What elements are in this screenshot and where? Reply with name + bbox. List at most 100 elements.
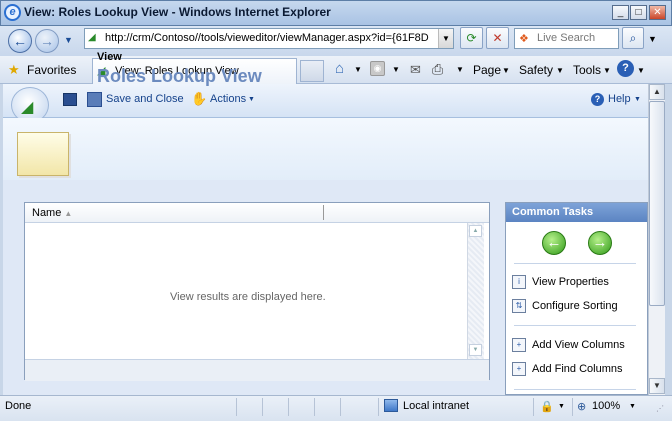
add-view-columns-label: Add View Columns <box>532 338 625 351</box>
save-and-close-button[interactable]: Save and Close <box>106 93 184 105</box>
grid-footer <box>25 359 489 381</box>
add-view-columns-link[interactable]: + Add View Columns <box>512 338 625 352</box>
window-title: View: Roles Lookup View - Windows Intern… <box>24 5 331 19</box>
address-dropdown-icon[interactable]: ▼ <box>438 29 453 48</box>
view-properties-link[interactable]: i View Properties <box>512 275 609 289</box>
forward-button[interactable]: → <box>35 29 59 53</box>
help-circle-icon: ? <box>591 93 604 106</box>
add-find-columns-link[interactable]: + Add Find Columns <box>512 362 623 376</box>
new-tab-button[interactable] <box>300 60 324 82</box>
search-options-dropdown-icon[interactable]: ▼ <box>648 34 657 44</box>
safety-menu[interactable]: Safety <box>519 63 553 77</box>
status-text: Done <box>5 400 32 412</box>
save-and-close-icon <box>87 92 102 107</box>
status-divider <box>236 398 237 416</box>
stop-button[interactable]: ✕ <box>486 27 509 49</box>
sort-ascending-icon: ▲ <box>64 209 73 218</box>
save-icon[interactable] <box>63 93 77 106</box>
status-divider <box>572 398 573 416</box>
security-zone[interactable]: Local intranet <box>403 400 469 412</box>
configure-sorting-icon: ⇅ <box>512 299 526 313</box>
view-properties-label: View Properties <box>532 275 609 288</box>
add-find-columns-icon: + <box>512 362 526 376</box>
search-input[interactable]: ❖ Live Search <box>514 28 619 49</box>
resize-grip-icon[interactable]: ⋰ <box>656 404 664 413</box>
grid-header: Name ▲ <box>25 203 489 223</box>
ie-icon: e <box>4 4 21 21</box>
address-bar[interactable]: ◢ http://crm/Contoso//tools/vieweditor/v… <box>84 28 454 49</box>
search-button[interactable]: ⌕ <box>622 27 644 49</box>
help-icon[interactable]: ? <box>617 60 634 77</box>
protected-mode-dropdown-icon[interactable]: ▼ <box>558 403 565 410</box>
column-header-name[interactable]: Name ▲ <box>32 207 72 219</box>
status-divider <box>533 398 534 416</box>
close-window-button[interactable]: ✕ <box>649 5 666 20</box>
home-icon[interactable]: ⌂ <box>335 60 344 77</box>
address-url[interactable]: http://crm/Contoso//tools/vieweditor/vie… <box>105 32 435 44</box>
maximize-button[interactable]: □ <box>630 5 647 20</box>
actions-icon: ✋ <box>191 91 208 106</box>
form-header <box>3 118 648 180</box>
grid-scroll-up-icon[interactable]: ▲ <box>469 225 482 237</box>
actions-menu[interactable]: Actions <box>210 93 246 105</box>
grid-scroll-down-icon[interactable]: ▼ <box>469 344 482 356</box>
search-placeholder: Live Search <box>537 32 596 44</box>
home-dropdown-icon[interactable]: ▼ <box>354 65 362 74</box>
intranet-zone-icon <box>384 399 398 412</box>
move-right-button[interactable]: → <box>588 231 612 255</box>
scroll-up-icon[interactable]: ▲ <box>649 84 665 100</box>
minimize-button[interactable]: _ <box>612 5 629 20</box>
scroll-down-icon[interactable]: ▼ <box>649 378 665 394</box>
column-header-label: Name <box>32 207 62 219</box>
refresh-button[interactable]: ⟳ <box>460 27 483 49</box>
task-divider <box>514 263 636 264</box>
preview-grid: Name ▲ ▲ ▼ View results are displayed he… <box>24 202 490 381</box>
crm-favicon-icon: ◢ <box>88 32 96 43</box>
zoom-icon: ⊕ <box>577 401 587 413</box>
status-divider <box>288 398 289 416</box>
column-separator[interactable] <box>323 205 324 220</box>
grid-empty-message: View results are displayed here. <box>170 291 326 303</box>
tools-menu[interactable]: Tools <box>573 63 601 77</box>
status-divider <box>314 398 315 416</box>
zoom-level[interactable]: 100% <box>592 400 620 412</box>
status-bar: Done Local intranet 🔒 ▼ ⊕ 100% ▼ ⋰ <box>0 395 672 421</box>
crm-help-menu[interactable]: Help <box>608 93 631 105</box>
task-divider <box>514 325 636 326</box>
page-scrollbar[interactable]: ▲ ▼ <box>648 84 665 395</box>
move-left-button[interactable]: ← <box>542 231 566 255</box>
configure-sorting-label: Configure Sorting <box>532 299 618 312</box>
status-divider <box>340 398 341 416</box>
scroll-thumb[interactable] <box>649 101 665 306</box>
zoom-dropdown-icon[interactable]: ▼ <box>629 403 636 410</box>
page-title: Roles Lookup View <box>97 66 262 86</box>
help-dropdown-icon[interactable]: ▼ <box>637 66 645 75</box>
common-tasks-title: Common Tasks <box>506 203 647 222</box>
print-dropdown-icon[interactable]: ▼ <box>456 65 464 74</box>
windows-live-icon: ❖ <box>519 33 529 45</box>
print-icon[interactable]: ⎙ <box>432 61 443 78</box>
page-menu[interactable]: Page <box>473 63 501 77</box>
view-entity-icon <box>17 132 69 176</box>
feeds-icon[interactable]: ◉ <box>370 61 385 76</box>
status-divider <box>378 398 379 416</box>
common-tasks-panel: Common Tasks ← → i View Properties ⇅ Confi… <box>505 202 648 395</box>
protected-mode-icon[interactable]: 🔒 <box>540 400 554 413</box>
favorites-star-icon: ★ <box>8 62 20 77</box>
task-divider <box>514 389 636 390</box>
grid-scrollbar[interactable]: ▲ ▼ <box>467 223 484 359</box>
tools-menu-chevron-icon: ▼ <box>603 66 611 75</box>
add-view-columns-icon: + <box>512 338 526 352</box>
add-find-columns-label: Add Find Columns <box>532 362 623 375</box>
read-mail-icon[interactable]: ✉ <box>410 62 421 78</box>
favorites-button[interactable]: Favorites <box>27 63 76 77</box>
feeds-dropdown-icon[interactable]: ▼ <box>392 65 400 74</box>
status-divider <box>262 398 263 416</box>
page-label: View <box>97 51 122 63</box>
back-button[interactable]: ← <box>8 29 32 53</box>
view-properties-icon: i <box>512 275 526 289</box>
help-chevron-icon: ▼ <box>634 96 641 103</box>
page-menu-chevron-icon: ▼ <box>502 66 510 75</box>
recent-pages-dropdown-icon[interactable]: ▼ <box>64 35 73 45</box>
configure-sorting-link[interactable]: ⇅ Configure Sorting <box>512 299 618 313</box>
